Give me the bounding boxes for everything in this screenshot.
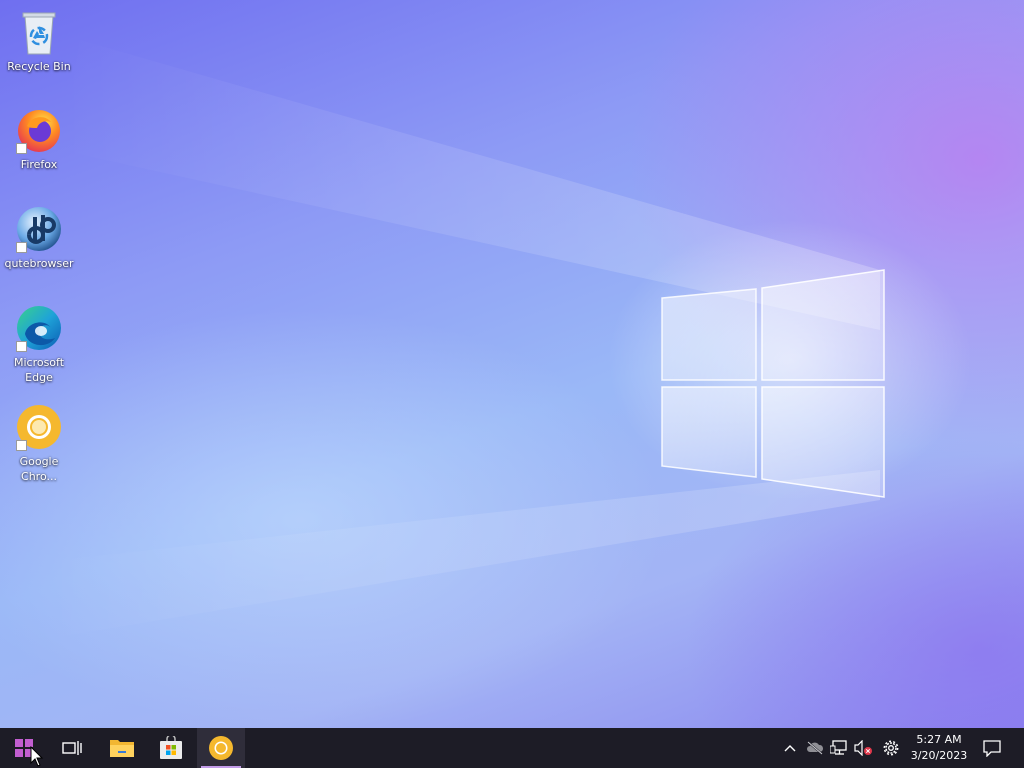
action-center-button[interactable] xyxy=(979,728,1005,768)
qutebrowser-icon xyxy=(15,205,63,253)
shortcut-arrow-icon xyxy=(16,242,27,253)
mouse-cursor-icon xyxy=(30,746,44,767)
shortcut-arrow-icon xyxy=(16,440,27,451)
settings-gear-icon xyxy=(883,740,899,756)
volume-tray-button[interactable] xyxy=(851,728,875,768)
firefox-icon xyxy=(15,106,63,154)
desktop-icon-google-chrome[interactable]: Google Chro... xyxy=(1,403,77,484)
edge-icon xyxy=(15,304,63,352)
shortcut-arrow-icon xyxy=(16,143,27,154)
desktop[interactable]: Recycle Bin Firefox qutebrowser Microsof… xyxy=(0,0,1024,728)
desktop-icon-label: Microsoft Edge xyxy=(13,356,65,384)
desktop-icon-recycle-bin[interactable]: Recycle Bin xyxy=(1,8,77,74)
volume-muted-icon xyxy=(854,740,872,756)
clock-date: 3/20/2023 xyxy=(910,749,968,762)
shortcut-arrow-icon xyxy=(16,341,27,352)
onedrive-tray-button[interactable] xyxy=(803,728,827,768)
network-icon xyxy=(830,740,847,755)
taskbar: 5:27 AM 3/20/2023 xyxy=(0,728,1024,768)
show-hidden-icons-button[interactable] xyxy=(778,728,802,768)
network-tray-button[interactable] xyxy=(827,728,851,768)
store-icon xyxy=(160,736,182,759)
clock-time: 5:27 AM xyxy=(916,733,962,746)
chevron-up-icon xyxy=(784,745,796,752)
desktop-icon-label: Recycle Bin xyxy=(7,60,71,73)
task-view-icon xyxy=(62,741,82,755)
folder-icon xyxy=(110,740,134,757)
desktop-icon-label: Google Chro... xyxy=(19,455,59,483)
desktop-icon-label: qutebrowser xyxy=(4,257,74,270)
taskbar-file-explorer[interactable] xyxy=(98,728,146,768)
desktop-icon-qutebrowser[interactable]: qutebrowser xyxy=(1,205,77,271)
action-center-icon xyxy=(983,740,1001,757)
chrome-icon xyxy=(15,403,63,451)
taskbar-google-chrome[interactable] xyxy=(197,728,245,768)
onedrive-offline-icon xyxy=(807,741,824,755)
desktop-icon-microsoft-edge[interactable]: Microsoft Edge xyxy=(1,304,77,385)
task-view-button[interactable] xyxy=(48,728,96,768)
desktop-icon-firefox[interactable]: Firefox xyxy=(1,106,77,172)
chrome-icon xyxy=(209,736,233,760)
taskbar-microsoft-store[interactable] xyxy=(147,728,195,768)
desktop-icon-label: Firefox xyxy=(20,158,58,171)
wallpaper-windows-logo xyxy=(40,40,885,640)
taskbar-clock[interactable]: 5:27 AM 3/20/2023 xyxy=(906,728,972,768)
settings-tray-button[interactable] xyxy=(879,728,903,768)
recycle-bin-icon xyxy=(15,8,63,56)
